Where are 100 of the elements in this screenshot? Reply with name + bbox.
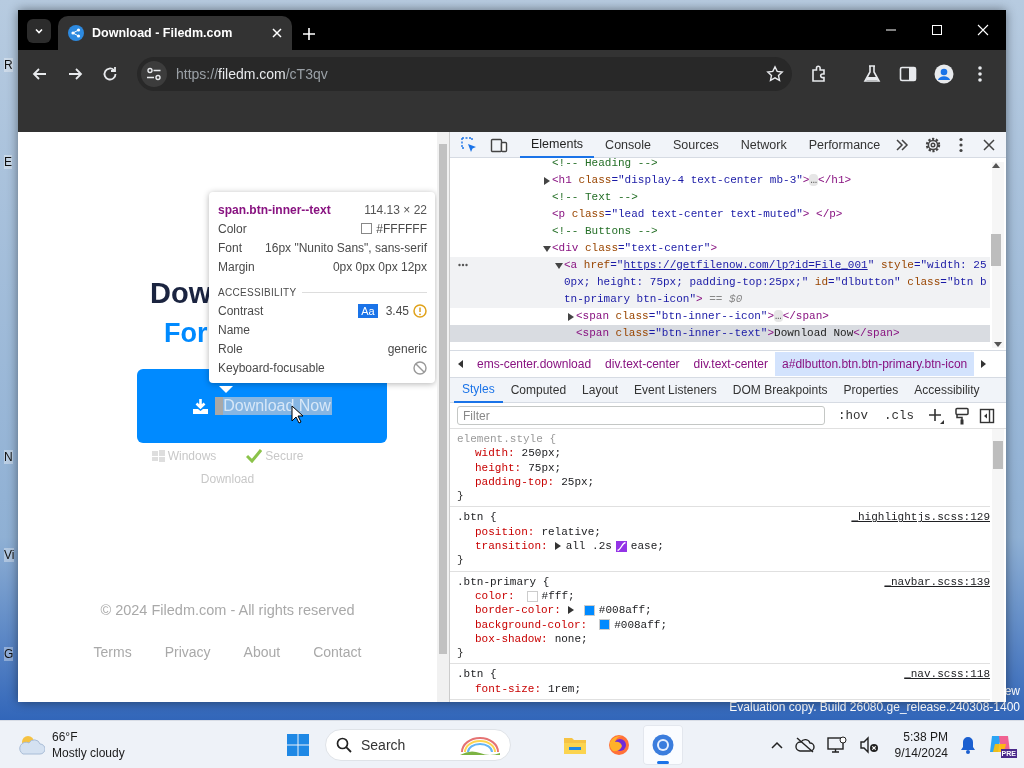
- clock-date: 9/14/2024: [894, 744, 948, 761]
- dom-node[interactable]: <!-- Buttons -->: [450, 223, 990, 240]
- color-swatch[interactable]: [526, 590, 538, 602]
- css-brace: }: [457, 554, 464, 567]
- sidebar-tab[interactable]: Accessibility: [906, 377, 988, 403]
- search-icon: [336, 736, 352, 753]
- sidebar-tab[interactable]: Properties: [835, 377, 907, 403]
- devtools-tab[interactable]: Elements: [520, 131, 595, 158]
- profile-avatar-icon[interactable]: [934, 63, 954, 84]
- css-selector: element.style {: [457, 432, 557, 447]
- element-selector: span.btn-inner--text: [218, 202, 331, 217]
- breadcrumb[interactable]: div.text-center: [686, 352, 776, 376]
- css-property: position:: [475, 524, 535, 540]
- more-tabs-icon[interactable]: [895, 138, 910, 151]
- css-property: border-color:: [475, 603, 561, 618]
- sidebar-tab[interactable]: DOM Breakpoints: [724, 377, 836, 403]
- breadcrumb[interactable]: div.text-center: [598, 352, 687, 376]
- more-dots-icon[interactable]: [458, 263, 468, 267]
- source-link[interactable]: _highlightjs.scss:129: [851, 510, 990, 525]
- collapsed-triangle-icon[interactable]: [543, 177, 551, 185]
- dom-node[interactable]: <span class="btn-inner--icon">…</span>: [450, 308, 990, 325]
- new-rule-icon[interactable]: [927, 406, 946, 425]
- dom-node[interactable]: <div class="text-center">: [450, 240, 990, 257]
- blocked-icon: [413, 360, 427, 375]
- tooltip-label: Name: [218, 322, 250, 337]
- scrollbar-thumb[interactable]: [439, 144, 447, 654]
- expand-triangle-icon[interactable]: [554, 542, 561, 551]
- cloud-off-icon[interactable]: [794, 736, 815, 753]
- css-selector: .btn {: [457, 510, 497, 525]
- section-heading: ACCESSIBILITY: [218, 287, 297, 298]
- tooltip-label: Font: [218, 240, 242, 255]
- dom-node[interactable]: <span class="btn-inner--text">Download Now</span>: [450, 325, 990, 342]
- sidebar-tab[interactable]: Styles: [454, 377, 503, 403]
- tab-search-button[interactable]: [27, 19, 51, 43]
- tooltip-value: 3.45: [385, 303, 409, 318]
- monitor-icon[interactable]: [826, 735, 847, 754]
- color-swatch[interactable]: [583, 604, 595, 616]
- fox-globe-icon[interactable]: [607, 732, 631, 757]
- scroll-right-icon[interactable]: [981, 360, 988, 368]
- plus-icon[interactable]: [302, 27, 316, 41]
- close-icon[interactable]: [272, 28, 282, 38]
- devtools-tab[interactable]: Sources: [662, 131, 730, 158]
- dom-node[interactable]: <!-- Text -->: [450, 189, 990, 206]
- browser-icon[interactable]: [651, 732, 675, 757]
- filter-toggle[interactable]: :hov: [835, 408, 871, 423]
- desktop-notice-text: Evaluation copy. Build 26080.ge_release.240308-1400: [729, 700, 1020, 714]
- tab-title: Download - Filedm.com: [92, 26, 234, 40]
- settings-icon[interactable]: [924, 135, 942, 154]
- sidebar-tab[interactable]: Layout: [574, 377, 627, 403]
- scroll-left-icon[interactable]: [457, 360, 463, 368]
- checkmark-icon: [246, 449, 263, 463]
- paint-roller-icon[interactable]: [954, 406, 971, 425]
- speaker-muted-icon[interactable]: [858, 735, 879, 754]
- desktop-icon-label: N: [4, 450, 13, 464]
- devtools-tab[interactable]: Performance: [797, 131, 892, 158]
- breadcrumb[interactable]: ems-center.download: [470, 352, 599, 376]
- flask-icon[interactable]: [862, 63, 882, 84]
- filter-field[interactable]: Filter: [457, 406, 825, 425]
- sidebar-tab[interactable]: Computed: [502, 377, 575, 403]
- dom-node[interactable]: <h1 class="display-4 text-center mb-3">…</h1>: [450, 172, 990, 189]
- tooltip-label: Color: [218, 221, 247, 236]
- collapsed-triangle-icon[interactable]: [567, 313, 575, 321]
- taskbar-app[interactable]: [643, 724, 683, 765]
- browser-tab[interactable]: Download - Filedm.com: [58, 16, 292, 50]
- dom-node[interactable]: <a href="https://getfilenow.com/lp?id=File_001" style="width: 250px; height: 75px; padding-top:25px;" id="dlbutton" class="btn btn-primary btn-icon"> == $0: [450, 257, 990, 308]
- filter-toggle[interactable]: .cls: [881, 408, 918, 423]
- search-box[interactable]: Search: [325, 728, 511, 761]
- css-value: none;: [554, 631, 588, 647]
- css-brace: }: [457, 490, 464, 503]
- address-bar[interactable]: https://filedm.com/cT3qv: [137, 56, 792, 91]
- star-icon[interactable]: [766, 64, 784, 83]
- css-selector: .btn {: [457, 667, 497, 682]
- sidebar-tab[interactable]: Event Listeners: [626, 377, 725, 403]
- scroll-down-icon: [994, 342, 1002, 348]
- breadcrumb[interactable]: a#dlbutton.btn.btn-primary.btn-icon: [775, 352, 975, 376]
- easing-curve-icon[interactable]: [615, 540, 627, 552]
- site-settings-icon[interactable]: [146, 65, 162, 82]
- devtools-tab[interactable]: Network: [729, 131, 798, 158]
- bell-icon[interactable]: [960, 735, 976, 754]
- css-property: transition:: [475, 539, 548, 554]
- start-icon[interactable]: [287, 733, 309, 756]
- chevron-up-icon[interactable]: [770, 740, 783, 749]
- css-value: #fff;: [541, 588, 575, 604]
- devtools-tab[interactable]: Console: [594, 131, 662, 158]
- source-link[interactable]: _navbar.scss:139: [884, 574, 990, 589]
- source-link[interactable]: _nav.scss:118: [904, 667, 990, 682]
- desktop-icon-label: E: [4, 155, 12, 169]
- dom-node[interactable]: <!-- Heading -->: [450, 158, 990, 172]
- css-value: ease;: [630, 539, 664, 554]
- expanded-triangle-icon[interactable]: [543, 245, 551, 253]
- color-swatch[interactable]: [599, 619, 611, 631]
- inspect-element-icon[interactable]: [460, 135, 478, 154]
- expand-triangle-icon[interactable]: [567, 606, 574, 615]
- scrollbar-thumb[interactable]: [993, 441, 1003, 469]
- chevron-down-icon: [34, 26, 44, 36]
- css-property: box-shadow:: [475, 631, 548, 647]
- dom-node[interactable]: <p class="lead text-center text-muted"> </p>: [450, 206, 990, 223]
- expanded-triangle-icon[interactable]: [555, 262, 563, 270]
- sidebar-toggle-icon[interactable]: [979, 407, 996, 424]
- scrollbar-thumb[interactable]: [991, 234, 1001, 266]
